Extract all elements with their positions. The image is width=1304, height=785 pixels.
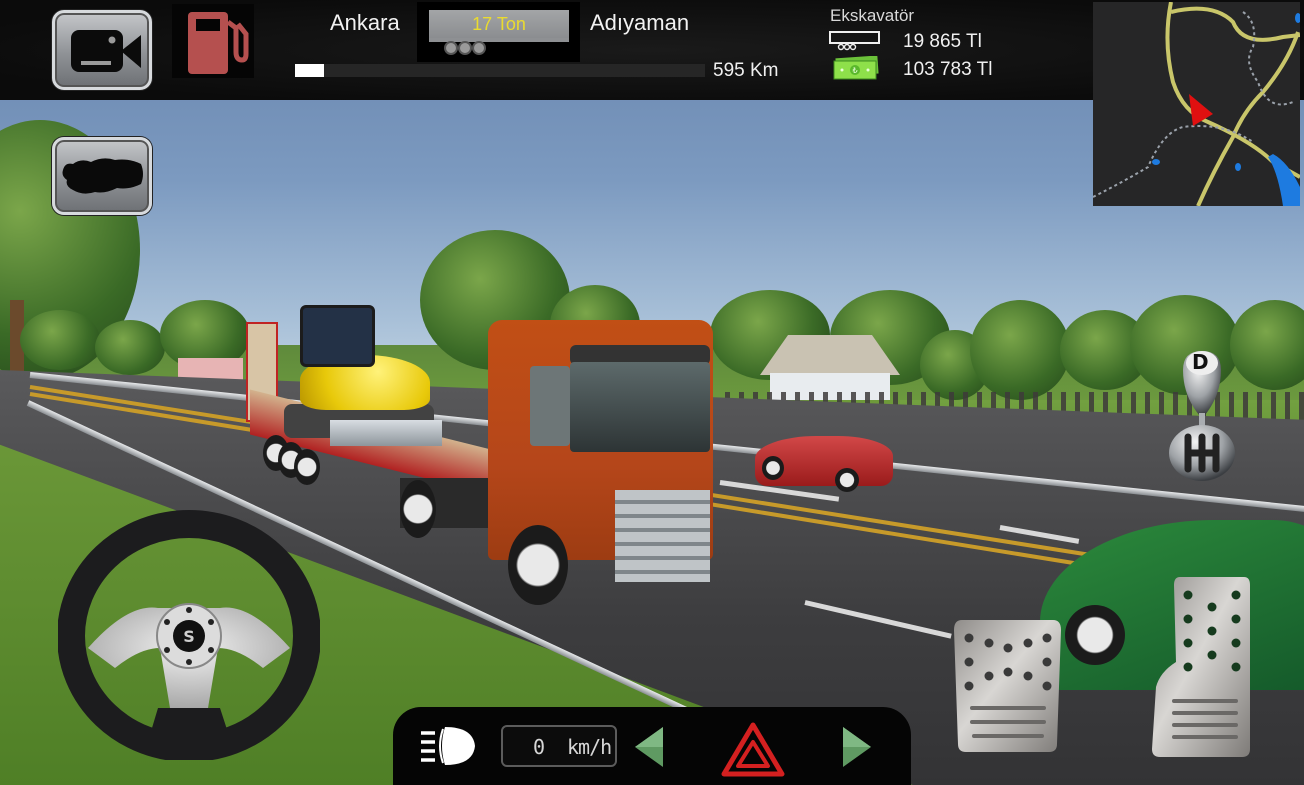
- right-arrow-icon: [843, 727, 871, 767]
- remaining-distance: 595 Km: [713, 60, 779, 81]
- excavator-blade: [330, 420, 442, 446]
- minimap[interactable]: [1092, 1, 1301, 207]
- hazard-lights-button[interactable]: [721, 722, 785, 778]
- destination-city: Adıyaman: [590, 10, 690, 35]
- turkey-map-icon: [62, 158, 143, 194]
- car-wheel: [835, 468, 859, 492]
- svg-text:₺: ₺: [852, 66, 857, 75]
- tree: [970, 300, 1070, 400]
- trailer-wheel: [294, 449, 320, 485]
- money-icon: ₺: [833, 56, 879, 80]
- headlight-button[interactable]: [421, 725, 477, 767]
- steering-wheel-icon: S: [57, 510, 321, 762]
- speedometer: 0 km/h: [501, 725, 617, 767]
- gear-shifter[interactable]: D: [1165, 345, 1240, 485]
- country-map-button[interactable]: [52, 137, 152, 215]
- bottom-control-panel: 0 km/h: [393, 707, 911, 785]
- trailer-icon: [829, 31, 880, 51]
- route-progress-bar: [295, 64, 705, 77]
- truck-grille: [615, 490, 710, 582]
- fuel-pump-icon: [188, 12, 249, 74]
- cargo-weight-panel: 17 Ton: [417, 2, 580, 62]
- svg-text:S: S: [183, 627, 195, 646]
- steering-wheel[interactable]: S: [57, 508, 321, 762]
- cargo-name: Ekskavatör: [830, 6, 915, 25]
- left-arrow-icon: [635, 727, 663, 767]
- left-turn-signal-button[interactable]: [635, 727, 665, 767]
- car-wheel: [762, 456, 784, 480]
- video-camera-icon: [71, 30, 141, 72]
- distant-house: [178, 358, 243, 380]
- tree: [95, 320, 165, 375]
- gas-pedal[interactable]: [1152, 577, 1252, 757]
- player-cash: 103 783 Tl: [903, 59, 993, 80]
- gas-pedal-icon: [1152, 577, 1250, 757]
- brake-pedal-icon: [954, 620, 1061, 752]
- brake-pedal[interactable]: [954, 620, 1061, 752]
- cargo-weight: 17 Ton: [429, 10, 569, 38]
- camera-button[interactable]: [52, 10, 152, 90]
- origin-city: Ankara: [330, 10, 400, 35]
- truck-windshield: [570, 362, 710, 452]
- speed-unit: km/h: [567, 735, 612, 759]
- route-progress-fill: [295, 64, 324, 77]
- truck-side-window: [530, 366, 570, 446]
- car-wheel: [1065, 605, 1125, 665]
- truck-wheel: [400, 480, 436, 538]
- speed-value: 0: [533, 735, 546, 759]
- gear-indicator: D: [1192, 350, 1209, 374]
- hazard-triangle-icon: [721, 722, 785, 777]
- right-turn-signal-button[interactable]: [841, 727, 871, 767]
- fuel-indicator: [172, 4, 254, 78]
- player-marker-icon: [1189, 94, 1213, 126]
- truck-wheel: [508, 525, 568, 605]
- house-roof: [760, 335, 900, 375]
- cargo-payment: 19 865 Tl: [903, 31, 982, 52]
- tree: [20, 310, 100, 370]
- excavator-cab: [300, 305, 375, 367]
- headlight-icon: [421, 727, 475, 765]
